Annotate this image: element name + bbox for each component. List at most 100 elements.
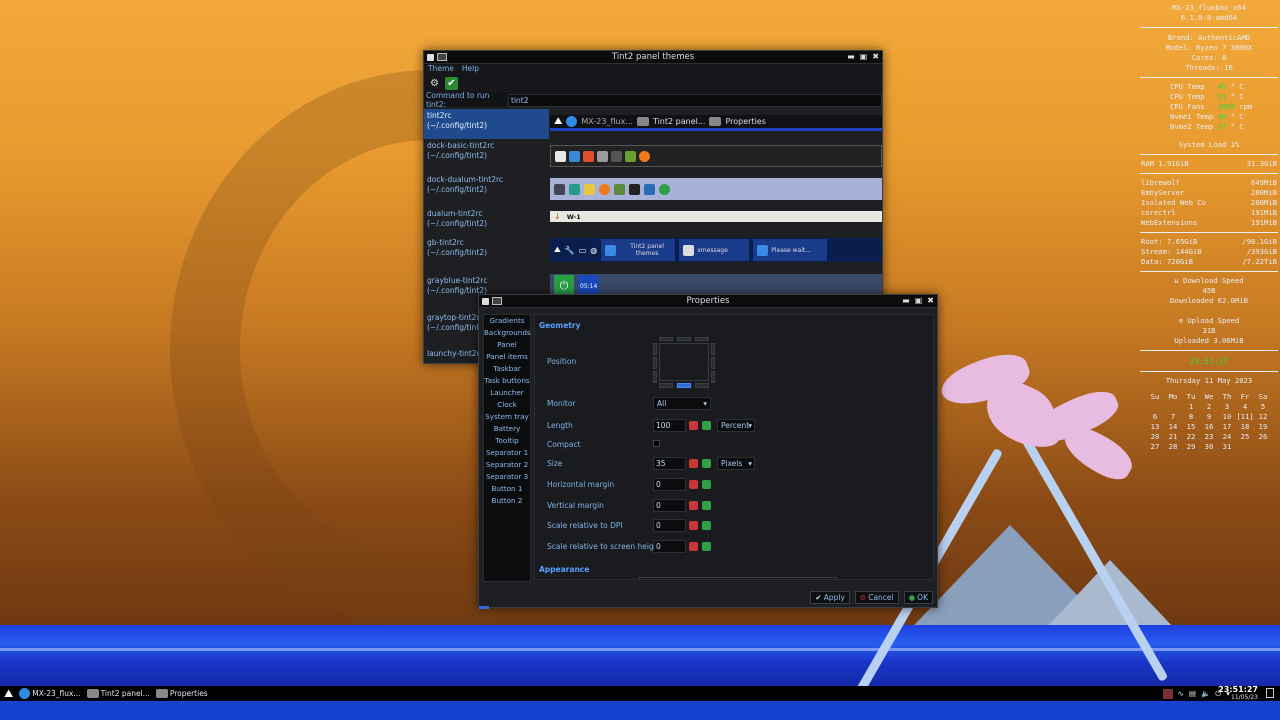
activity-icon[interactable]: ∿ xyxy=(1178,689,1184,698)
length-increment-button[interactable] xyxy=(702,421,711,430)
calendar-day: 22 xyxy=(1186,432,1196,441)
sidebar-item[interactable]: Separator 1 xyxy=(484,447,530,459)
theme-row[interactable]: dualum-tint2rc (~/.config/tint2) ↓ W-1 xyxy=(424,207,882,236)
length-field[interactable]: 100 xyxy=(653,419,686,432)
dialog-buttons: ✔ Apply ⊘ Cancel ● OK xyxy=(479,587,937,607)
theme-row[interactable]: gb-tint2rc (~/.config/tint2) ⛰ 🔧 ▭ ◍ Tint… xyxy=(424,236,882,274)
desktop-bottom-strip xyxy=(0,701,1280,720)
calendar-day: 4 xyxy=(1242,402,1248,411)
calendar-day: 30 xyxy=(1204,442,1214,451)
command-input[interactable]: tint2 xyxy=(508,93,882,107)
vertical-margin-field[interactable]: 0 xyxy=(653,499,686,512)
sidebar-item[interactable]: Launcher xyxy=(484,387,530,399)
launcher-icon xyxy=(569,150,580,162)
sidebar-item[interactable]: Separator 3 xyxy=(484,471,530,483)
cancel-button[interactable]: ⊘ Cancel xyxy=(854,590,899,604)
close-icon[interactable]: ✖ xyxy=(872,52,879,61)
hmargin-decrement-button[interactable] xyxy=(689,480,698,489)
sidebar-item[interactable]: Button 2 xyxy=(484,495,530,507)
scale-height-field[interactable]: 0 xyxy=(653,540,686,553)
scale-dpi-field[interactable]: 0 xyxy=(653,519,686,532)
scale-height-increment-button[interactable] xyxy=(702,542,711,551)
close-icon[interactable]: ✖ xyxy=(927,296,934,305)
scale-dpi-increment-button[interactable] xyxy=(702,521,711,530)
sidebar-item[interactable]: Gradients xyxy=(484,315,530,327)
monitor-dropdown[interactable]: All ▾ xyxy=(653,397,711,410)
taskbar-item[interactable]: Properties xyxy=(155,689,208,698)
window-icon xyxy=(709,117,722,126)
disk-row: Stream: 144GiB/393GiB xyxy=(1141,247,1277,256)
sidebar-item[interactable]: Clock xyxy=(484,399,530,411)
calendar-day: 17 xyxy=(1222,422,1232,431)
taskbar-clock[interactable]: 23:51:27 11/05/23 xyxy=(1218,686,1258,702)
size-increment-button[interactable] xyxy=(702,459,711,468)
disk-list: Root: 7.65GiB/98.1GiB Stream: 144GiB/393G… xyxy=(1138,237,1280,267)
theme-name[interactable]: dualum-tint2rc (~/.config/tint2) xyxy=(424,207,549,236)
size-unit-dropdown[interactable]: Pixels ▾ xyxy=(717,457,755,470)
length-unit-dropdown[interactable]: Percent ▾ xyxy=(717,419,755,432)
sidebar-item[interactable]: Tooltip xyxy=(484,435,530,447)
theme-row[interactable]: tint2rc (~/.config/tint2) ⛰ MX-23_flux...… xyxy=(424,109,882,139)
check-icon: ✔ xyxy=(815,592,822,602)
size-decrement-button[interactable] xyxy=(689,459,698,468)
maximize-icon[interactable]: ▣ xyxy=(860,52,868,61)
theme-name[interactable]: dock-basic-tint2rc (~/.config/tint2) xyxy=(424,139,549,173)
theme-row[interactable]: dock-dualum-tint2rc (~/.config/tint2) xyxy=(424,173,882,207)
launcher-icon xyxy=(659,183,670,195)
theme-name[interactable]: tint2rc (~/.config/tint2) xyxy=(424,109,549,139)
apply-button[interactable]: ✔ Apply xyxy=(810,590,850,604)
minimize-icon[interactable]: ▬ xyxy=(902,296,910,305)
calendar-weekday: Mo xyxy=(1168,392,1178,401)
divider xyxy=(1140,77,1278,78)
scale-dpi-decrement-button[interactable] xyxy=(689,521,698,530)
sidebar-item[interactable]: Task buttons xyxy=(484,375,530,387)
sidebar-item[interactable]: System tray xyxy=(484,411,530,423)
scale-height-decrement-button[interactable] xyxy=(689,542,698,551)
vmargin-decrement-button[interactable] xyxy=(689,501,698,510)
launcher-icon xyxy=(599,183,610,195)
palm-leaf xyxy=(1056,418,1139,487)
sidebar-item[interactable]: Battery xyxy=(484,423,530,435)
process-row: WebExtensions 191MiB xyxy=(1141,218,1277,227)
sidebar-item[interactable]: Panel items xyxy=(484,351,530,363)
calendar-day: 26 xyxy=(1258,432,1268,441)
maximize-icon[interactable]: ▣ xyxy=(915,296,923,305)
exit-icon[interactable] xyxy=(1266,688,1274,698)
theme-name[interactable]: dock-dualum-tint2rc (~/.config/tint2) xyxy=(424,173,549,207)
calendar-day: 5 xyxy=(1260,402,1266,411)
compact-checkbox[interactable] xyxy=(653,440,660,447)
checkmark-icon[interactable]: ✔ xyxy=(445,77,458,90)
menu-help[interactable]: Help xyxy=(462,64,479,74)
vmargin-increment-button[interactable] xyxy=(702,501,711,510)
theme-row[interactable]: dock-basic-tint2rc (~/.config/tint2) xyxy=(424,139,882,173)
horizontal-margin-field[interactable]: 0 xyxy=(653,478,686,491)
sidebar-item[interactable]: Backgrounds xyxy=(484,327,531,339)
sidebar-item[interactable]: Separator 2 xyxy=(484,459,530,471)
minimize-icon[interactable]: ▬ xyxy=(847,52,855,61)
hmargin-increment-button[interactable] xyxy=(702,480,711,489)
mx-logo-icon: ⛰ xyxy=(554,245,561,254)
theme-name[interactable]: gb-tint2rc (~/.config/tint2) xyxy=(424,236,549,274)
cancel-icon: ⊘ xyxy=(859,592,867,602)
menu-theme[interactable]: Theme xyxy=(428,64,454,74)
divider xyxy=(1140,232,1278,233)
clipboard-icon[interactable]: ▤ xyxy=(1189,689,1196,698)
gear-icon[interactable]: ⚙ xyxy=(428,77,441,90)
volume-icon[interactable]: 🔈 xyxy=(1201,689,1210,698)
mx-logo-icon[interactable]: ⛰ xyxy=(4,687,13,701)
sidebar-item[interactable]: Panel xyxy=(484,339,530,351)
sidebar-item[interactable]: Taskbar xyxy=(484,363,530,375)
title-bar[interactable]: Properties ▬ ▣ ✖ xyxy=(479,295,937,308)
app-tray-icon[interactable] xyxy=(1162,688,1173,699)
taskbar-item[interactable]: MX-23_flux... xyxy=(19,688,81,699)
title-bar[interactable]: Tint2 panel themes ▬ ▣ ✖ xyxy=(424,51,882,64)
position-selector[interactable] xyxy=(653,337,715,389)
properties-window[interactable]: Properties ▬ ▣ ✖ Gradients Backgrounds Pan… xyxy=(478,294,938,609)
length-decrement-button[interactable] xyxy=(689,421,698,430)
taskbar-item[interactable]: Tint2 panel... xyxy=(86,689,150,698)
launcher-icon xyxy=(639,150,650,162)
ok-button[interactable]: ● OK xyxy=(903,590,933,604)
calendar-day: 21 xyxy=(1168,432,1178,441)
size-field[interactable]: 35 xyxy=(653,457,686,470)
sidebar-item[interactable]: Button 1 xyxy=(484,483,530,495)
